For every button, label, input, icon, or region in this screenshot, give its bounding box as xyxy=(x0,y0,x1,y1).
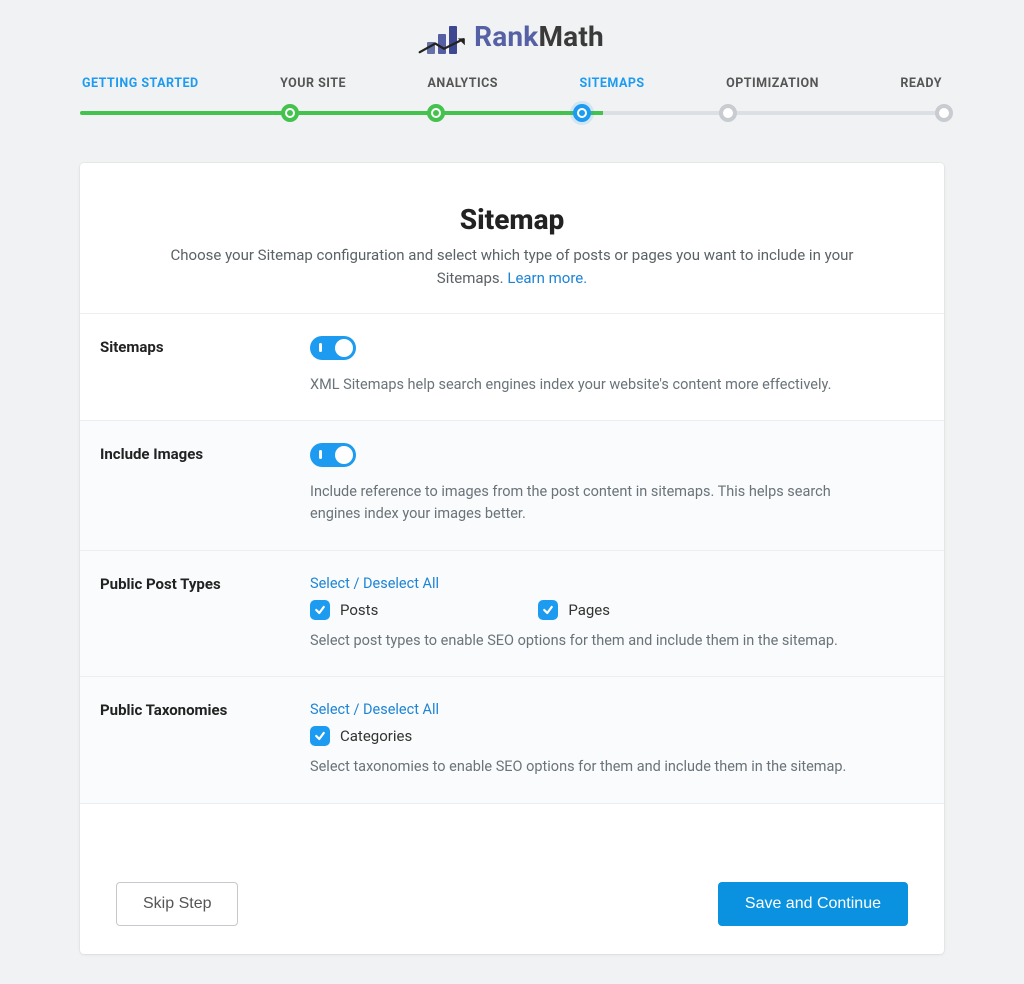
check-categories-label: Categories xyxy=(340,727,412,745)
check-posts-label: Posts xyxy=(340,601,378,619)
bar-chart-arrow-icon xyxy=(420,18,464,54)
step-analytics[interactable]: ANALYTICS xyxy=(428,76,499,91)
label-sitemaps: Sitemaps xyxy=(100,336,280,396)
step-node-optimization[interactable] xyxy=(719,104,737,122)
card: Sitemap Choose your Sitemap configuratio… xyxy=(80,163,944,954)
checkbox-checked-icon xyxy=(538,600,558,620)
label-taxonomies: Public Taxonomies xyxy=(100,699,280,778)
step-node-sitemaps[interactable] xyxy=(573,104,591,122)
select-all-post-types[interactable]: Select / Deselect All xyxy=(310,575,439,592)
checkbox-checked-icon xyxy=(310,726,330,746)
check-posts[interactable]: Posts xyxy=(310,600,378,620)
toggle-sitemaps[interactable] xyxy=(310,336,356,360)
check-pages[interactable]: Pages xyxy=(538,600,610,620)
check-categories[interactable]: Categories xyxy=(310,726,412,746)
checkbox-checked-icon xyxy=(310,600,330,620)
step-your-site[interactable]: YOUR SITE xyxy=(280,76,346,91)
select-all-taxonomies[interactable]: Select / Deselect All xyxy=(310,701,439,718)
help-include-images: Include reference to images from the pos… xyxy=(310,481,870,526)
help-post-types: Select post types to enable SEO options … xyxy=(310,630,870,652)
learn-more-link[interactable]: Learn more. xyxy=(507,269,587,287)
wizard-stepper: GETTING STARTED YOUR SITE ANALYTICS SITE… xyxy=(80,76,944,123)
help-sitemaps: XML Sitemaps help search engines index y… xyxy=(310,374,870,396)
label-post-types: Public Post Types xyxy=(100,573,280,652)
skip-step-button[interactable]: Skip Step xyxy=(116,882,238,926)
brand-name-rank: Rank xyxy=(474,20,538,53)
toggle-include-images[interactable] xyxy=(310,443,356,467)
step-sitemaps[interactable]: SITEMAPS xyxy=(579,76,644,91)
step-node-analytics[interactable] xyxy=(427,104,445,122)
help-taxonomies: Select taxonomies to enable SEO options … xyxy=(310,756,870,778)
label-include-images: Include Images xyxy=(100,443,280,526)
step-node-ready[interactable] xyxy=(935,104,953,122)
page-title: Sitemap xyxy=(140,203,884,236)
step-node-your-site[interactable] xyxy=(281,104,299,122)
check-pages-label: Pages xyxy=(568,601,610,619)
step-getting-started[interactable]: GETTING STARTED xyxy=(82,76,199,91)
save-continue-button[interactable]: Save and Continue xyxy=(718,882,908,926)
brand-logo: RankMath xyxy=(0,10,1024,76)
brand-name-math: Math xyxy=(538,20,603,53)
step-optimization[interactable]: OPTIMIZATION xyxy=(726,76,819,91)
step-ready[interactable]: READY xyxy=(900,76,942,91)
